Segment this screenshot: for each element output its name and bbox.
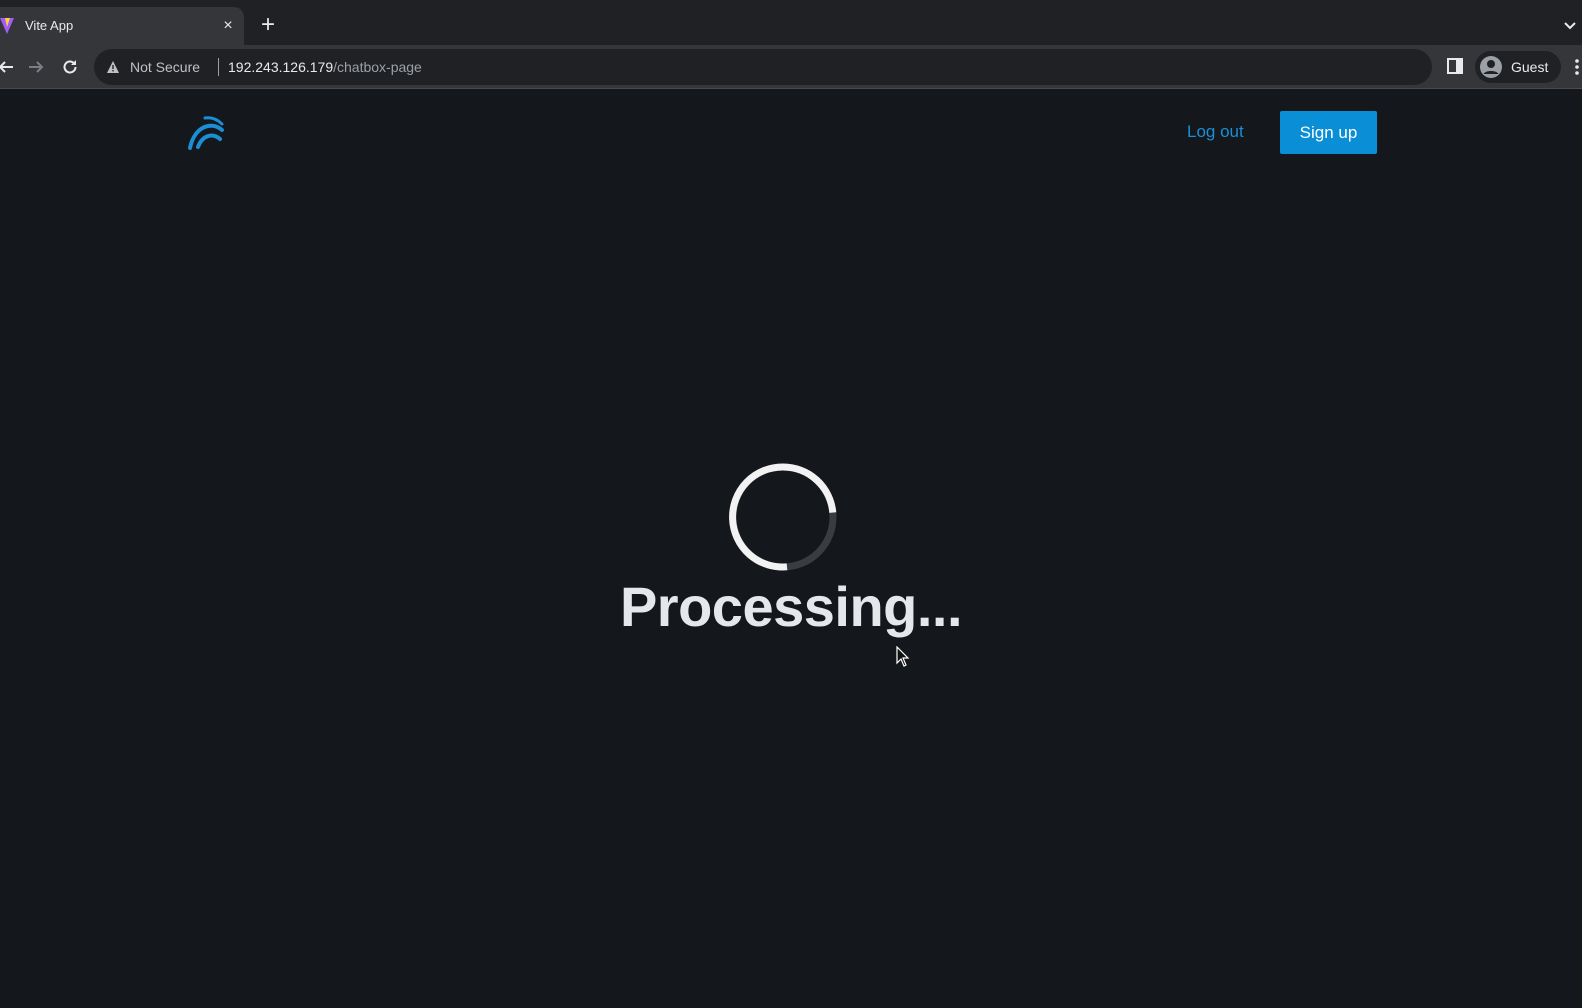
mouse-cursor-icon	[896, 646, 910, 667]
processing-status-text: Processing...	[619, 575, 963, 638]
back-icon[interactable]	[0, 55, 18, 79]
security-status-label[interactable]: Not Secure	[130, 59, 200, 75]
side-panel-icon[interactable]	[1446, 57, 1464, 75]
url-path: /chatbox-page	[333, 59, 422, 75]
reload-icon[interactable]	[58, 55, 82, 79]
page-content: Log out Sign up Processing...	[0, 90, 1582, 1008]
browser-tab[interactable]: Vite App ×	[0, 7, 244, 45]
profile-label: Guest	[1511, 59, 1549, 75]
browser-toolbar: Not Secure 192.243.126.179/chatbox-page …	[0, 45, 1582, 89]
tab-title: Vite App	[25, 18, 74, 33]
loading-spinner-icon	[729, 463, 837, 571]
url-host: 192.243.126.179	[228, 59, 334, 75]
tab-search-chevron-icon[interactable]	[1561, 16, 1579, 34]
profile-avatar-icon	[1480, 56, 1502, 78]
new-tab-icon[interactable]: +	[256, 13, 280, 38]
signup-button[interactable]: Sign up	[1280, 111, 1377, 154]
browser-menu-icon[interactable]	[1574, 57, 1580, 77]
logout-link[interactable]: Log out	[1187, 122, 1244, 142]
url-text[interactable]: 192.243.126.179/chatbox-page	[228, 59, 422, 75]
tab-close-icon[interactable]: ×	[219, 17, 237, 35]
address-bar[interactable]: Not Secure 192.243.126.179/chatbox-page	[94, 49, 1432, 85]
profile-button[interactable]: Guest	[1475, 51, 1561, 83]
vite-favicon-icon	[0, 18, 14, 34]
forward-icon[interactable]	[24, 55, 48, 79]
wave-logo-icon[interactable]	[188, 114, 226, 150]
browser-tabstrip: Vite App × +	[0, 0, 1582, 45]
omnibox-divider	[218, 58, 219, 76]
warning-icon[interactable]	[106, 60, 120, 74]
